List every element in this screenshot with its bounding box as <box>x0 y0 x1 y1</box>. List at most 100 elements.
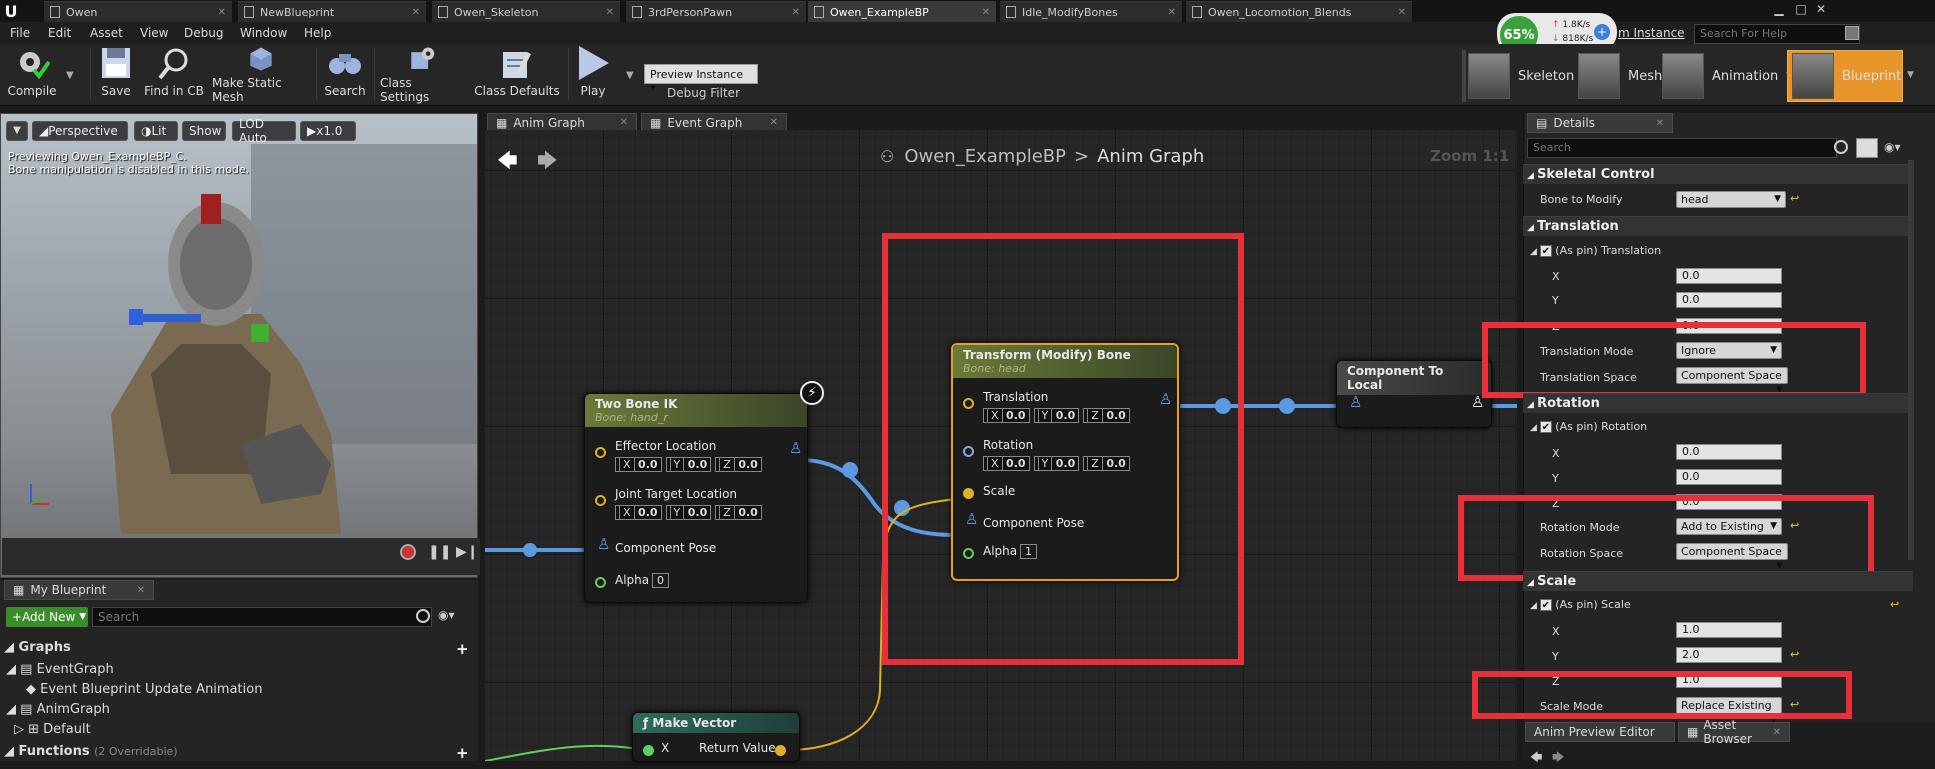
my-blueprint-tab[interactable]: ▦ My Blueprint ✕ <box>4 580 154 600</box>
menu-file[interactable]: File <box>10 22 30 44</box>
unreal-logo-icon[interactable]: U <box>0 0 22 22</box>
y-field[interactable]: Y 0.0 <box>665 505 712 520</box>
breadcrumb-root[interactable]: Owen_ExampleBP <box>904 146 1066 167</box>
details-scrollbar[interactable] <box>1908 160 1914 560</box>
doc-tab-owen-skeleton[interactable]: Owen_Skeleton ✕ <box>432 1 620 22</box>
lod-button[interactable]: LOD Auto <box>232 117 296 145</box>
step-forward-icon[interactable]: ▶❙ <box>456 544 479 560</box>
blueprint-mode-button[interactable]: Blueprint <box>1787 50 1903 102</box>
close-icon[interactable]: ✕ <box>770 117 778 128</box>
close-icon[interactable]: ✕ <box>974 7 990 18</box>
as-pin-rotation-checkbox[interactable]: ✔ <box>1539 421 1552 433</box>
make-static-mesh-button[interactable]: Make Static Mesh <box>212 46 310 104</box>
category-translation[interactable]: ◢ Translation <box>1523 216 1913 236</box>
help-search-input[interactable]: Search For Help <box>1694 24 1860 44</box>
preview-instance-select[interactable]: Preview Instance ▾ <box>644 64 758 94</box>
compile-button[interactable]: Compile <box>4 46 60 104</box>
make-vector-node[interactable]: ƒ Make Vector X Return Value <box>632 712 800 762</box>
add-new-button[interactable]: + Add New ▼ <box>6 607 88 627</box>
alpha-input[interactable]: 0 <box>652 573 669 588</box>
as-pin-scale-checkbox[interactable]: ✔ <box>1539 599 1552 611</box>
menu-debug[interactable]: Debug <box>184 22 223 44</box>
as-pin-scale-row[interactable]: ◢ ✔ (As pin) Scale <box>1530 598 1631 611</box>
back-arrow-icon[interactable]: 🡄 <box>497 146 518 180</box>
x-field[interactable]: X 0.0 <box>615 505 662 520</box>
translation-y-input[interactable]: 0.0 <box>1676 292 1782 308</box>
doc-tab-3rdpersonpawn[interactable]: 3rdPersonPawn ✕ <box>626 1 806 22</box>
rotation-x-input[interactable]: 0.0 <box>1676 444 1782 460</box>
two-bone-ik-node[interactable]: Two Bone IK Bone: hand_r Effector Locati… <box>584 393 808 603</box>
category-skeletal-control[interactable]: ◢ Skeletal Control <box>1523 164 1913 184</box>
playback-speed-button[interactable]: ▶ x1.0 <box>300 121 356 141</box>
doc-tab-newblueprint[interactable]: NewBlueprint ✕ <box>238 1 426 22</box>
menu-edit[interactable]: Edit <box>48 22 71 44</box>
doc-tab-owen-examplebp[interactable]: Owen_ExampleBP ✕ <box>808 1 996 22</box>
animation-mode-button[interactable]: Animation▼ <box>1662 50 1793 102</box>
add-function-icon[interactable]: + <box>456 744 469 762</box>
rotation-y-input[interactable]: 0.0 <box>1676 469 1782 485</box>
menu-window[interactable]: Window <box>240 22 287 44</box>
class-settings-button[interactable]: Class Settings <box>380 46 464 104</box>
close-window-icon[interactable]: ✕ <box>1812 2 1830 18</box>
tree-item-eventgraph[interactable]: ◢ ▤ EventGraph <box>6 662 114 677</box>
tab-anim-preview-editor[interactable]: Anim Preview Editor <box>1525 722 1675 742</box>
search-icon[interactable] <box>1845 26 1859 40</box>
details-search-input[interactable]: Search <box>1527 138 1837 158</box>
close-icon[interactable]: ✕ <box>1656 118 1664 129</box>
chevron-down-icon[interactable]: ▼ <box>1907 70 1914 80</box>
mesh-mode-button[interactable]: Mesh <box>1578 50 1662 102</box>
perspective-button[interactable]: ◢ Perspective <box>32 121 128 141</box>
tab-asset-browser[interactable]: ▦ Asset Browser ✕ <box>1678 718 1790 746</box>
pause-icon[interactable]: ❚❚ <box>428 544 451 560</box>
scale-x-input[interactable]: 1.0 <box>1676 622 1782 638</box>
add-graph-icon[interactable]: + <box>456 640 469 658</box>
reset-arrow-icon[interactable]: ↩ <box>1790 192 1799 205</box>
scale-y-input[interactable]: 2.0 <box>1676 647 1782 663</box>
joint-target-pin[interactable] <box>595 495 606 506</box>
back-arrow-icon[interactable]: 🡄 <box>1530 748 1542 769</box>
functions-category[interactable]: ◢ Functions (2 Overridable) <box>4 744 178 759</box>
category-scale[interactable]: ◢ Scale <box>1523 571 1913 591</box>
doc-tab-idle-modifybones[interactable]: Idle_ModifyBones ✕ <box>1000 1 1182 22</box>
close-icon[interactable]: ✕ <box>620 117 628 128</box>
effector-pin[interactable] <box>595 447 606 458</box>
plus-icon[interactable]: + <box>1594 24 1610 40</box>
y-field[interactable]: Y 0.0 <box>665 457 712 472</box>
anim-instance-link[interactable]: m Instance <box>1618 26 1685 40</box>
doc-tab-owen-locomotion-blends[interactable]: Owen_Locomotion_Blends ✕ <box>1186 1 1412 22</box>
preview-viewport[interactable] <box>0 113 478 578</box>
close-icon[interactable]: ✕ <box>784 7 800 18</box>
menu-help[interactable]: Help <box>304 22 331 44</box>
z-field[interactable]: Z 0.0 <box>715 505 762 520</box>
x-pin[interactable] <box>643 745 654 756</box>
menu-view[interactable]: View <box>140 22 168 44</box>
as-pin-translation-checkbox[interactable]: ✔ <box>1539 245 1552 257</box>
close-icon[interactable]: ✕ <box>210 7 226 18</box>
return-value-pin[interactable] <box>775 745 786 756</box>
forward-arrow-icon[interactable]: 🡆 <box>1552 748 1564 769</box>
as-pin-rotation-row[interactable]: ◢ ✔ (As pin) Rotation <box>1530 420 1647 433</box>
tree-item-animgraph[interactable]: ◢ ▤ AnimGraph <box>6 702 110 717</box>
play-dropdown-icon[interactable]: ▼ <box>626 70 634 81</box>
as-pin-translation-row[interactable]: ◢ ✔ (As pin) Translation <box>1530 244 1661 257</box>
minimize-icon[interactable]: ▁ <box>1770 2 1788 18</box>
forward-arrow-icon[interactable]: 🡆 <box>537 146 558 180</box>
close-icon[interactable]: ✕ <box>404 7 420 18</box>
alpha-pin[interactable] <box>595 577 606 588</box>
input-pose-pin-icon[interactable]: ♙ <box>1349 393 1362 411</box>
property-matrix-icon[interactable] <box>1856 138 1878 158</box>
eye-icon[interactable]: ◉▾ <box>438 608 455 622</box>
lit-button[interactable]: ◑ Lit <box>134 121 178 141</box>
category-rotation[interactable]: ◢ Rotation <box>1523 393 1913 413</box>
eye-icon[interactable]: ◉▾ <box>1884 140 1901 154</box>
save-button[interactable]: Save <box>94 46 138 104</box>
class-defaults-button[interactable]: Class Defaults <box>472 46 562 104</box>
pose-pin-icon[interactable]: ♙ <box>597 535 610 553</box>
skeleton-mode-button[interactable]: Skeleton <box>1468 50 1574 102</box>
component-to-local-node[interactable]: Component To Local ♙ ♙ <box>1336 360 1492 428</box>
x-field[interactable]: X 0.0 <box>615 457 662 472</box>
menu-asset[interactable]: Asset <box>90 22 123 44</box>
search-button[interactable]: Search <box>322 46 368 104</box>
z-field[interactable]: Z 0.0 <box>715 457 762 472</box>
output-pose-pin-icon[interactable]: ♙ <box>789 439 802 457</box>
